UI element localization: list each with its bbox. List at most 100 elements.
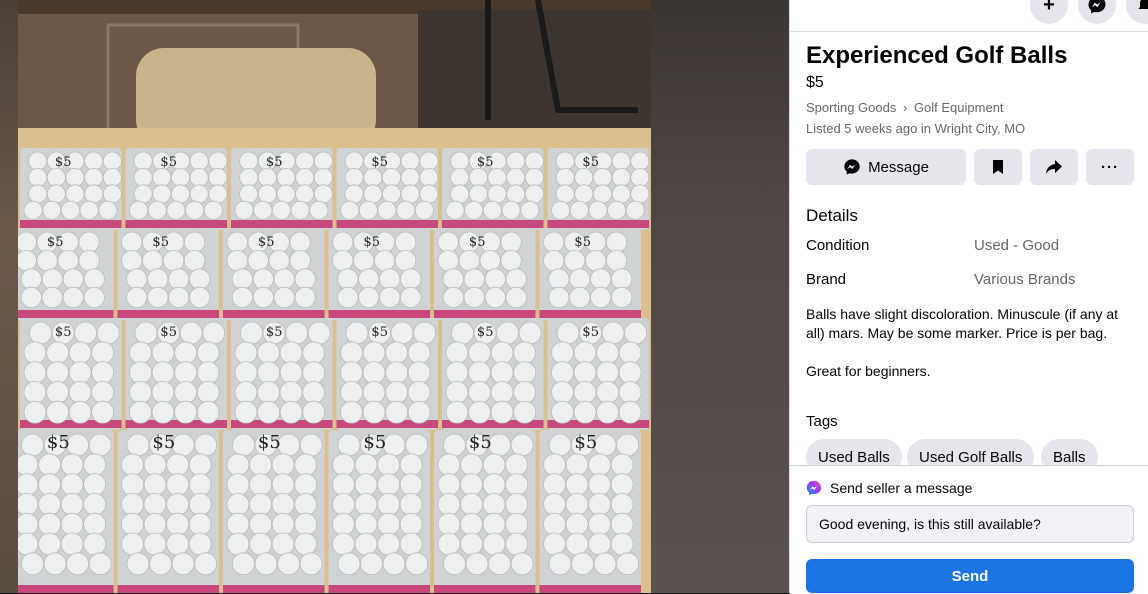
golf-ball: [610, 512, 634, 536]
breadcrumb-category[interactable]: Sporting Goods: [806, 100, 896, 115]
golf-ball: [443, 552, 466, 576]
golf-ball: [60, 200, 80, 220]
share-icon: [1046, 160, 1062, 174]
golf-ball: [505, 512, 529, 536]
golf-ball: [194, 552, 218, 576]
golf-ball: [332, 249, 354, 272]
golf-ball: [151, 400, 175, 424]
golf-ball: [460, 453, 483, 477]
golf-ball: [458, 249, 480, 272]
golf-ball: [57, 249, 79, 272]
golf-ball: [121, 492, 144, 516]
golf-ball: [400, 268, 422, 290]
golf-ball-bag: $5: [117, 430, 219, 593]
golf-ball: [396, 200, 416, 220]
golf-ball: [344, 184, 364, 204]
golf-ball-bag: $5: [223, 228, 325, 320]
bag-price-label: $5: [363, 432, 386, 453]
golf-ball: [332, 231, 354, 253]
golf-ball: [196, 380, 220, 404]
golf-ball: [226, 532, 250, 556]
messenger-button[interactable]: [1078, 0, 1116, 24]
golf-ball: [91, 380, 115, 404]
golf-ball: [249, 512, 272, 536]
golf-ball: [407, 380, 431, 404]
golf-ball: [616, 433, 640, 457]
golf-ball: [625, 200, 645, 220]
golf-ball: [294, 268, 316, 290]
golf-ball: [490, 341, 514, 365]
create-button[interactable]: +: [1030, 0, 1068, 24]
golf-ball: [524, 184, 544, 204]
golf-ball: [84, 167, 104, 188]
breadcrumb-separator: ›: [902, 100, 908, 115]
golf-ball: [41, 286, 63, 309]
golf-ball: [340, 341, 363, 365]
golf-ball: [543, 532, 566, 556]
golf-ball: [232, 552, 255, 576]
golf-ball: [249, 492, 272, 516]
send-button[interactable]: Send: [806, 559, 1134, 593]
message-button[interactable]: Message: [806, 149, 966, 185]
save-button[interactable]: [974, 149, 1022, 185]
golf-ball: [294, 532, 318, 556]
bag-price-label: $5: [152, 235, 169, 250]
golf-ball: [379, 268, 401, 290]
golf-ball: [28, 184, 48, 204]
notifications-button[interactable]: [1126, 0, 1148, 24]
golf-ball-bag: $5: [442, 318, 544, 430]
golf-ball: [279, 380, 303, 404]
bag-price-label: $5: [371, 155, 388, 170]
golf-ball: [309, 200, 329, 220]
golf-ball: [484, 268, 506, 290]
golf-ball: [377, 512, 401, 536]
golf-ball: [571, 552, 594, 576]
golf-ball: [344, 167, 364, 188]
golf-ball: [506, 167, 526, 188]
message-input[interactable]: [806, 505, 1134, 543]
golf-ball: [231, 268, 253, 290]
golf-ball: [249, 453, 272, 477]
share-button[interactable]: [1030, 149, 1078, 185]
golf-ball: [38, 453, 61, 477]
breadcrumb-subcategory[interactable]: Golf Equipment: [914, 100, 1004, 115]
golf-ball: [276, 184, 296, 204]
golf-ball: [147, 268, 169, 290]
golf-ball: [23, 341, 47, 365]
golf-ball: [362, 380, 386, 404]
golf-ball: [354, 453, 378, 477]
golf-ball: [590, 268, 612, 290]
more-icon: ···: [1101, 158, 1119, 176]
golf-ball-bag: $5: [125, 148, 228, 230]
golf-ball: [399, 512, 423, 536]
golf-ball: [83, 453, 107, 477]
golf-ball-bag: $5: [539, 430, 641, 593]
golf-ball: [400, 184, 420, 204]
golf-ball: [129, 341, 152, 365]
golf-ball: [313, 151, 333, 171]
golf-ball: [299, 433, 323, 457]
golf-ball: [510, 552, 534, 576]
golf-ball: [196, 341, 220, 365]
golf-ball: [543, 492, 566, 516]
golf-ball: [68, 341, 92, 365]
golf-ball: [565, 453, 589, 477]
golf-ball: [437, 532, 461, 556]
more-options-button[interactable]: ···: [1086, 149, 1134, 185]
golf-ball: [302, 400, 326, 424]
golf-ball: [400, 286, 422, 309]
golf-ball: [385, 380, 409, 404]
golf-ball: [358, 200, 378, 220]
golf-ball: [569, 200, 589, 220]
golf-ball: [121, 512, 144, 536]
golf-ball: [337, 286, 359, 309]
golf-ball: [450, 184, 470, 204]
golf-ball: [460, 473, 483, 497]
golf-ball: [171, 552, 195, 576]
golf-ball-bag: $5: [336, 318, 438, 430]
bag-price-label: $5: [55, 325, 72, 340]
golf-ball: [20, 268, 42, 290]
listing-details-panel: + Experienced Golf Balls $5 Sporting Goo…: [789, 0, 1148, 594]
listing-photo[interactable]: $5 $5 $5 $5 $5 $5 $5 $5 $5 $5 $5 $5 $5 $5 $5 $5 $5 $5 $5 $5…: [18, 0, 651, 593]
golf-ball: [79, 200, 99, 220]
